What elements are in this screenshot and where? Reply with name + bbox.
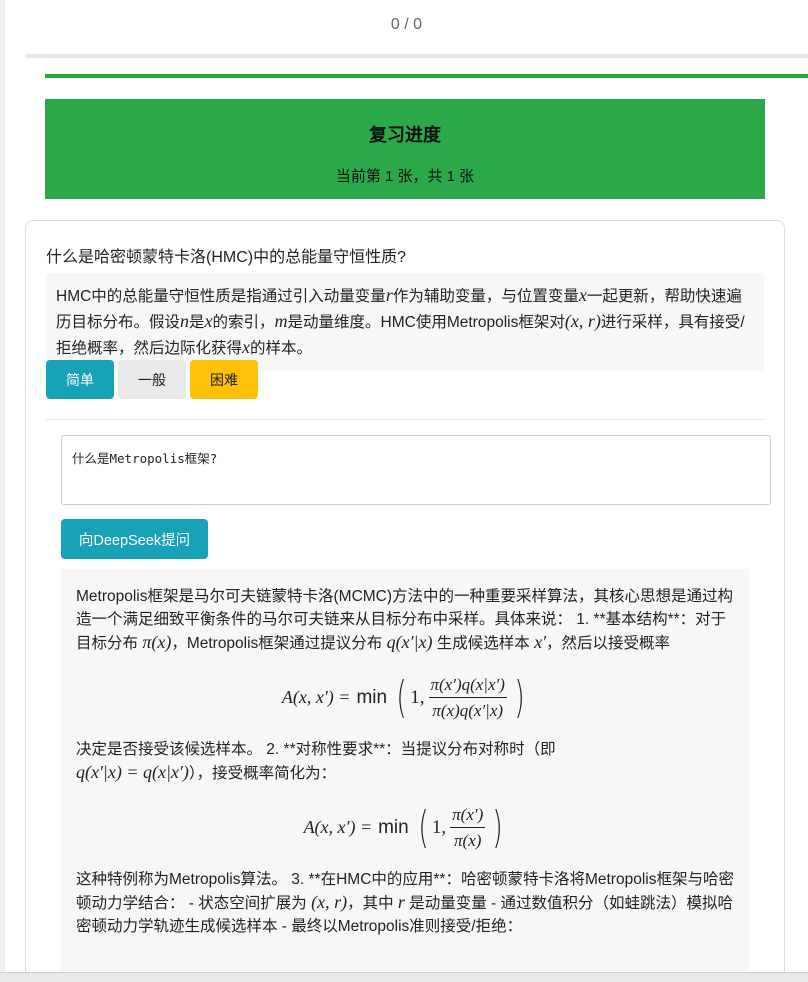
- formula-fraction: π(x′)q(x|x′) π(x)q(x′|x): [428, 673, 507, 722]
- hard-button[interactable]: 困难: [190, 360, 258, 399]
- ai-response: Metropolis框架是马尔可夫链蒙特卡洛(MCMC)方法中的一种重要采样算法…: [61, 569, 749, 972]
- right-paren: ): [514, 671, 525, 723]
- response-text: ，然后以接受概率: [546, 635, 671, 652]
- formula-lhs: A(x, x′) =: [281, 687, 351, 707]
- response-text: 生成候选样本: [432, 635, 535, 652]
- card-counter: 0 / 0: [390, 16, 423, 33]
- response-paragraph: Metropolis框架是马尔可夫链蒙特卡洛(MCMC)方法中的一种重要采样算法…: [76, 585, 734, 655]
- fraction-numerator: π(x′)q(x|x′): [428, 673, 507, 698]
- left-paren: (: [396, 671, 407, 723]
- formula-lhs: A(x, x′) =: [303, 817, 373, 837]
- page: 0 / 0 复习进度 当前第 1 张，共 1 张 什么是哈密顿蒙特卡洛(HMC)…: [5, 0, 808, 972]
- math-expr: (x, r): [311, 892, 348, 912]
- normal-button[interactable]: 一般: [118, 360, 186, 399]
- progress-track: [25, 54, 808, 58]
- fraction-numerator: π(x′): [450, 803, 486, 828]
- math-expr: q(x′|x) = q(x|x′): [76, 762, 189, 782]
- response-paragraph: 决定是否接受该候选样本。 2. **对称性要求**：当提议分布对称时（即 q(x′…: [76, 738, 734, 785]
- math-expr: x′: [534, 632, 547, 652]
- math-var: r: [385, 285, 393, 305]
- formula-fn: min: [378, 817, 409, 838]
- formula-term: 1,: [431, 817, 447, 838]
- ask-deepseek-button[interactable]: 向DeepSeek提问: [61, 519, 208, 559]
- answer-text: 是: [189, 314, 205, 331]
- math-expr: π(x): [142, 632, 172, 652]
- response-text: ，Metropolis框架通过提议分布: [171, 635, 387, 652]
- math-var: (x, r): [564, 311, 601, 331]
- math-var: x: [242, 337, 251, 357]
- response-text: ，其中: [347, 895, 398, 912]
- formula-fraction: π(x′) π(x): [450, 803, 486, 852]
- math-var: x: [204, 311, 213, 331]
- answer-text: 的样本。: [250, 340, 313, 357]
- response-text: 决定是否接受该候选样本。 2. **对称性要求**：当提议分布对称时（即: [76, 741, 556, 758]
- left-paren: (: [418, 801, 429, 853]
- answer-text: HMC中的总能量守恒性质是指通过引入动量变量: [56, 288, 386, 305]
- divider: [46, 419, 764, 420]
- answer-text: 的索引，: [212, 314, 275, 331]
- math-var: x: [578, 285, 587, 305]
- difficulty-buttons: 简单 一般 困难: [46, 360, 258, 399]
- response-text: ），接受概率简化为：: [188, 765, 337, 782]
- response-paragraph: 这种特例称为Metropolis算法。 3. **在HMC中的应用**：哈密顿蒙…: [76, 868, 734, 938]
- review-progress-panel: 复习进度 当前第 1 张，共 1 张: [45, 99, 765, 199]
- progress-bar: [45, 74, 808, 78]
- question-input[interactable]: 什么是Metropolis框架?: [61, 435, 771, 505]
- horizontal-scrollbar[interactable]: [0, 972, 808, 982]
- formula-term: 1,: [410, 687, 425, 708]
- card-answer: HMC中的总能量守恒性质是指通过引入动量变量r作为辅助变量，与位置变量x一起更新…: [46, 273, 764, 371]
- math-expr: r: [397, 892, 405, 912]
- flashcard: 什么是哈密顿蒙特卡洛(HMC)中的总能量守恒性质? HMC中的总能量守恒性质是指…: [25, 220, 785, 972]
- easy-button[interactable]: 简单: [46, 360, 114, 399]
- math-var: m: [274, 311, 288, 331]
- card-question: 什么是哈密顿蒙特卡洛(HMC)中的总能量守恒性质?: [46, 249, 406, 266]
- math-expr: q(x′|x): [386, 632, 433, 652]
- formula-fn: min: [356, 687, 388, 708]
- answer-text: 作为辅助变量，与位置变量: [392, 288, 579, 305]
- review-progress-subtitle: 当前第 1 张，共 1 张: [335, 168, 475, 185]
- answer-text: 是动量维度。HMC使用Metropolis框架对: [287, 314, 565, 331]
- right-paren: ): [492, 801, 504, 853]
- review-progress-title: 复习进度: [369, 125, 441, 145]
- math-var: n: [180, 311, 190, 331]
- acceptance-formula: A(x, x′) = min ( 1, π(x′)q(x|x′) π(x)q(x…: [76, 673, 734, 722]
- simplified-formula: A(x, x′) = min ( 1, π(x′) π(x) ): [76, 803, 734, 852]
- fraction-denominator: π(x)q(x′|x): [432, 701, 504, 720]
- fraction-denominator: π(x): [454, 831, 482, 850]
